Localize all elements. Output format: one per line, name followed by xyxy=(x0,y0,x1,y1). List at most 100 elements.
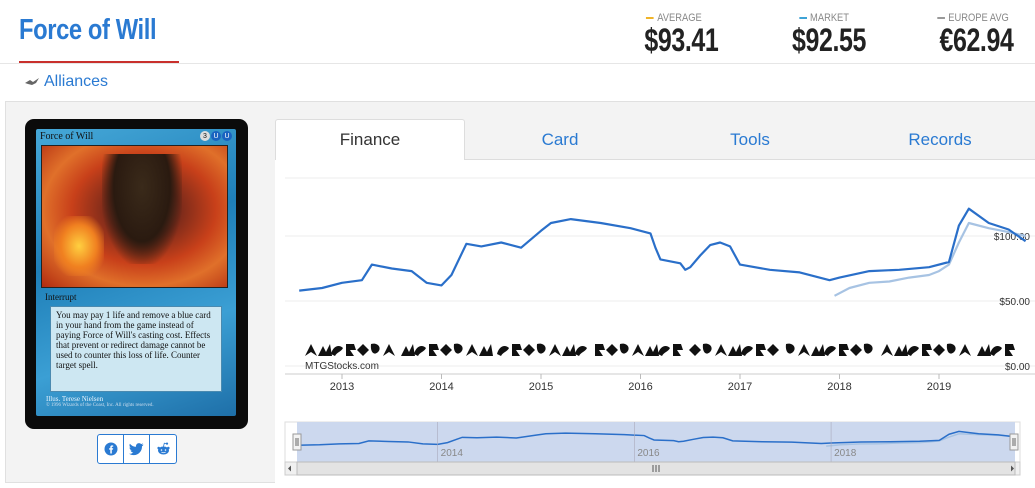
x-axis-ticks: 2013 2014 2015 2016 2017 2018 2019 xyxy=(330,374,951,393)
y-tick-label: $50.00 xyxy=(999,297,1030,308)
set-symbol-icon xyxy=(595,344,605,356)
set-symbol-icon xyxy=(466,344,478,356)
tab-finance[interactable]: Finance xyxy=(275,119,465,160)
set-symbol-icon xyxy=(401,344,415,356)
set-symbol-icon xyxy=(824,346,836,356)
card-type-line: Interrupt xyxy=(45,292,77,302)
x-tick-label: 2013 xyxy=(330,381,354,393)
set-symbol-icon xyxy=(414,346,426,356)
set-symbol-icon xyxy=(606,344,618,356)
chart-navigator[interactable]: 2014 2016 2018 xyxy=(284,421,1021,463)
set-symbol-icon xyxy=(702,343,712,354)
set-symbol-icon xyxy=(619,343,629,354)
x-tick-label: 2015 xyxy=(529,381,553,393)
card-image: Force of Will 3 U U Interrupt You may pa… xyxy=(36,129,236,416)
average-swatch xyxy=(646,17,654,19)
y-tick-label: $0.00 xyxy=(1005,362,1030,373)
card-name-on-card: Force of Will xyxy=(40,131,94,142)
reddit-share-button[interactable] xyxy=(150,435,176,463)
set-symbol-icon xyxy=(767,344,779,356)
set-symbol-icon xyxy=(922,344,932,356)
navigator-scrollbar[interactable] xyxy=(284,461,1021,476)
set-symbol-icon xyxy=(728,344,742,356)
set-link[interactable]: Alliances xyxy=(44,73,108,91)
y-axis-ticks: $100.00$50.00$0.00 xyxy=(994,232,1031,373)
set-symbol-icon xyxy=(25,78,39,85)
facebook-icon xyxy=(104,442,117,456)
set-symbol-icon xyxy=(839,344,849,356)
card-illustrator: Illus. Terese Nielsen xyxy=(46,395,104,403)
facebook-share-button[interactable] xyxy=(98,435,124,463)
navigator-label: 2018 xyxy=(834,448,857,459)
set-symbol-icon xyxy=(318,344,332,356)
x-tick-label: 2014 xyxy=(429,381,453,393)
twitter-icon xyxy=(129,442,144,455)
price-chart[interactable]: $100.00 $50.00 $0.00 MTGStocks.com 2013 201… xyxy=(275,160,1035,483)
set-symbol-icon xyxy=(785,343,795,354)
title-underline xyxy=(19,61,179,63)
tab-card[interactable]: Card xyxy=(465,119,655,160)
set-symbol-icon xyxy=(440,344,452,356)
twitter-share-button[interactable] xyxy=(124,435,150,463)
europe-swatch xyxy=(937,17,945,19)
set-symbol-icon xyxy=(331,346,343,356)
set-symbol-icon xyxy=(479,344,493,356)
set-symbol-icon xyxy=(383,344,395,356)
navigator-label: 2016 xyxy=(637,448,660,459)
price-chart-svg: $100.00$50.00$0.00 MTGStocks.com 2013 201… xyxy=(284,177,1035,476)
price-average-value: $93.41 xyxy=(644,22,719,58)
tab-records[interactable]: Records xyxy=(845,119,1035,160)
set-symbol-icon xyxy=(453,343,463,354)
mana-blue: U xyxy=(211,131,221,141)
price-market-value: $92.55 xyxy=(792,22,867,58)
set-symbol-icon xyxy=(357,344,369,356)
set-symbol-icon xyxy=(562,344,576,356)
set-symbol-icon xyxy=(632,344,644,356)
price-series-line xyxy=(299,207,1027,292)
set-symbol-icon xyxy=(575,346,587,356)
share-buttons xyxy=(97,434,177,464)
navigator-handle-left[interactable] xyxy=(292,433,302,451)
tab-bar: Finance Card Tools Records xyxy=(275,119,1035,160)
price-europe-value: €62.94 xyxy=(939,22,1014,58)
card-rules-text: You may pay 1 life and remove a blue car… xyxy=(50,306,222,392)
set-symbol-icon xyxy=(894,344,908,356)
x-tick-label: 2018 xyxy=(827,381,851,393)
set-link-row[interactable]: Alliances xyxy=(24,73,108,91)
page-header: Force of Will AVERAGE $93.41 MARKET $92.… xyxy=(0,0,1035,64)
set-symbol-icon xyxy=(756,344,766,356)
set-symbol-icon xyxy=(689,344,701,356)
set-symbol-icon xyxy=(512,344,522,356)
set-symbol-icon xyxy=(933,344,945,356)
card-art xyxy=(41,145,228,288)
set-symbol-icon xyxy=(645,344,659,356)
card-title: Force of Will xyxy=(19,14,157,46)
mana-generic: 3 xyxy=(200,131,210,141)
set-symbol-icon xyxy=(863,343,873,354)
x-tick-label: 2019 xyxy=(927,381,951,393)
card-mana-cost: 3 U U xyxy=(200,131,232,141)
set-symbol-icon xyxy=(497,346,509,356)
chart-gridlines xyxy=(285,177,1035,367)
market-swatch xyxy=(798,17,807,19)
set-symbol-icon xyxy=(881,344,893,356)
set-symbol-icon xyxy=(370,343,380,354)
set-symbol-icon xyxy=(798,344,810,356)
set-symbol-icon xyxy=(907,346,919,356)
price-average: AVERAGE $93.41 xyxy=(636,12,719,59)
set-symbols-row xyxy=(305,343,1015,356)
set-symbol-icon xyxy=(673,344,683,356)
chart-series xyxy=(299,207,1027,297)
set-symbol-icon xyxy=(536,343,546,354)
set-symbol-icon xyxy=(741,346,753,356)
price-market: MARKET $92.55 xyxy=(783,12,867,59)
set-symbol-icon xyxy=(959,344,971,356)
set-symbol-icon xyxy=(850,344,862,356)
set-symbol-icon xyxy=(658,346,670,356)
set-symbol-icon xyxy=(429,344,439,356)
reddit-icon xyxy=(156,442,170,455)
tab-tools[interactable]: Tools xyxy=(655,119,845,160)
navigator-handle-right[interactable] xyxy=(1009,433,1019,451)
chart-credit: MTGStocks.com xyxy=(305,361,379,372)
set-symbol-icon xyxy=(549,344,561,356)
